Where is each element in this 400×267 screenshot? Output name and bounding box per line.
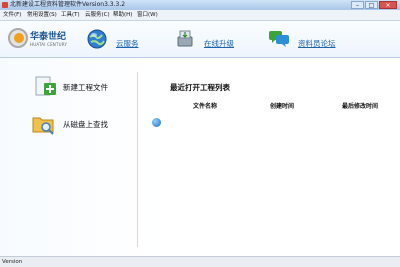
- online-update-label: 在线升级: [204, 39, 234, 48]
- update-icon: [177, 30, 193, 47]
- column-modified-time[interactable]: 最后修改时间: [342, 101, 378, 110]
- forum-label: 资料员论坛: [298, 39, 336, 48]
- folder-search-icon: [32, 117, 54, 135]
- minimize-button[interactable]: –: [351, 1, 364, 9]
- column-created-time[interactable]: 创建时间: [270, 101, 294, 110]
- new-project-button[interactable]: 新建工程文件: [30, 75, 120, 99]
- project-file-icon[interactable]: [152, 118, 161, 127]
- close-button[interactable]: ✕: [379, 1, 397, 9]
- app-icon: [2, 2, 8, 8]
- menu-cloud[interactable]: 云服务(C): [85, 10, 110, 20]
- logo-mark: [8, 28, 28, 48]
- title-bar: 北新建设工程资料管理软件Version3.3.3.2 – □ ✕: [0, 0, 400, 10]
- logo-name-en: HUATAI CENTURY: [30, 42, 68, 47]
- menu-help[interactable]: 帮助(H): [113, 10, 132, 20]
- forum-link[interactable]: 资料员论坛: [268, 28, 344, 52]
- logo-name: 华泰世纪: [30, 32, 67, 42]
- online-update-link[interactable]: 在线升级: [174, 28, 248, 52]
- new-project-label: 新建工程文件: [63, 83, 108, 92]
- menu-tools[interactable]: 工具(T): [61, 10, 80, 20]
- company-logo: 华泰世纪 HUATAI CENTURY: [8, 27, 76, 53]
- find-on-disk-button[interactable]: 从磁盘上查找: [30, 112, 120, 136]
- maximize-button[interactable]: □: [365, 1, 378, 9]
- column-file-name[interactable]: 文件名称: [193, 101, 217, 110]
- menu-window[interactable]: 窗口(W): [137, 10, 158, 20]
- cloud-service-label: 云服务: [116, 39, 139, 48]
- header-bar: 华泰世纪 HUATAI CENTURY 云服务 在线升级 资料员论坛: [0, 21, 400, 58]
- recent-projects-title: 最近打开工程列表: [170, 83, 230, 92]
- status-bar: Version: [0, 256, 400, 267]
- menu-settings[interactable]: 常用设置(S): [27, 10, 57, 20]
- globe-icon: [87, 29, 107, 49]
- chat-bubbles-icon: [269, 31, 289, 47]
- menu-bar: 文件(F) 常用设置(S) 工具(T) 云服务(C) 帮助(H) 窗口(W): [0, 10, 400, 21]
- find-on-disk-label: 从磁盘上查找: [63, 120, 108, 129]
- add-document-icon: [35, 76, 56, 96]
- window-controls: – □ ✕: [351, 1, 397, 9]
- main-panel: 新建工程文件 从磁盘上查找 最近打开工程列表 文件名称 创建时间 最后修改时间: [0, 58, 400, 256]
- cloud-service-link[interactable]: 云服务: [86, 28, 146, 52]
- panel-divider: [137, 72, 138, 247]
- window-title: 北新建设工程资料管理软件Version3.3.3.2: [10, 1, 126, 8]
- menu-file[interactable]: 文件(F): [3, 10, 21, 20]
